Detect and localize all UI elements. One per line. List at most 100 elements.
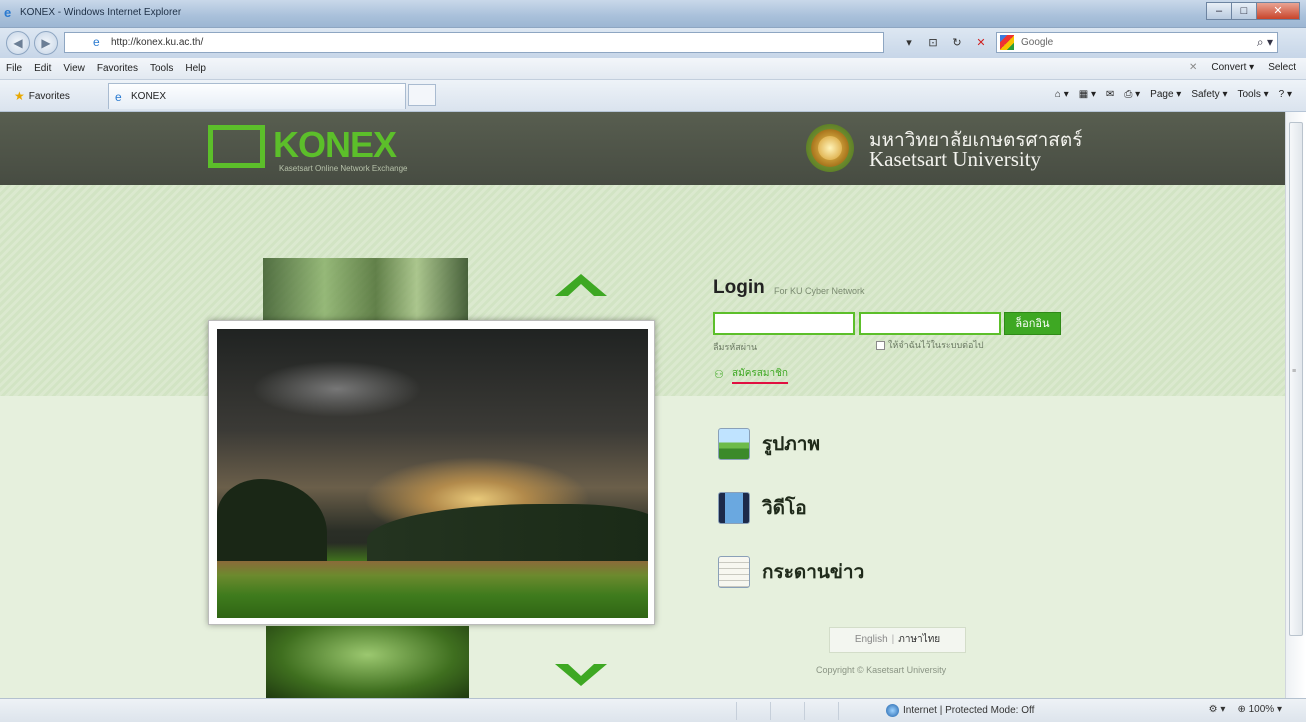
copyright-text: Copyright © Kasetsart University (816, 665, 947, 675)
web-page: KONEX Kasetsart Online Network Exchange … (0, 112, 1285, 698)
stop-icon[interactable]: ✕ (972, 34, 990, 52)
select-button[interactable]: Select (1268, 62, 1296, 73)
carousel-main-photo[interactable] (208, 320, 655, 625)
internet-globe-icon (886, 704, 899, 717)
command-bar: ⌂ ▾ ▦ ▾ ✉ ⎙ ▾ Page ▾ Safety ▾ Tools ▾ ? … (1055, 89, 1292, 100)
favorites-label: Favorites (28, 90, 70, 102)
menu-photos[interactable]: รูปภาพ (718, 428, 820, 460)
carousel-up-arrow-icon[interactable] (555, 274, 607, 296)
minimize-button[interactable]: – (1206, 2, 1232, 20)
page-favicon-icon: e (93, 35, 100, 49)
menu-file[interactable]: File (6, 63, 22, 74)
home-icon[interactable]: ⌂ ▾ (1055, 89, 1069, 100)
lang-separator: | (891, 634, 895, 645)
remember-me[interactable]: ให้จำฉันไว้ในระบบต่อไป (876, 338, 984, 352)
forgot-password-link[interactable]: ลืมรหัสผ่าน (713, 340, 757, 354)
menu-view[interactable]: View (63, 63, 85, 74)
register-label: สมัครสมาชิก (732, 366, 788, 384)
password-input[interactable] (859, 312, 1001, 335)
address-tools: ▾ ⊡ ↻ ✕ (900, 34, 990, 52)
menu-help[interactable]: Help (185, 63, 206, 74)
konex-logo-icon (208, 125, 265, 168)
maximize-button[interactable]: □ (1231, 2, 1257, 20)
search-placeholder: Google (1021, 37, 1054, 48)
convert-label: Convert (1211, 62, 1247, 73)
menu-edit[interactable]: Edit (34, 63, 51, 74)
landscape-photo (217, 329, 648, 618)
carousel-down-arrow-icon[interactable] (555, 664, 607, 686)
ie-logo-icon: e (4, 5, 12, 20)
convert-button[interactable]: Convert ▾ (1211, 62, 1254, 73)
search-icon[interactable]: ⌕ ▾ (1257, 35, 1273, 50)
address-toolbar: ◀ ▶ e http://konex.ku.ac.th/ ▾ ⊡ ↻ ✕ Goo… (0, 28, 1306, 58)
scrollbar-thumb[interactable] (1289, 122, 1303, 636)
konex-tagline: Kasetsart Online Network Exchange (279, 164, 408, 173)
security-zone-text: Internet | Protected Mode: Off (903, 705, 1035, 716)
menu-videos[interactable]: วิดีโอ (718, 492, 807, 524)
page-menu[interactable]: Page ▾ (1150, 89, 1181, 100)
menu-photos-label: รูปภาพ (762, 434, 820, 455)
remember-checkbox[interactable] (876, 340, 885, 350)
scrollbar-grip-icon: ≡ (1292, 368, 1297, 375)
address-bar[interactable]: e http://konex.ku.ac.th/ (64, 32, 884, 53)
register-link[interactable]: ⚇ สมัครสมาชิก (714, 366, 788, 384)
refresh-icon[interactable]: ↻ (948, 34, 966, 52)
vertical-scrollbar[interactable]: ≡ (1285, 112, 1306, 698)
status-panels (736, 702, 872, 720)
konex-logo-text[interactable]: KONEX (273, 124, 397, 166)
tab-title: KONEX (131, 91, 167, 102)
menu-webboard[interactable]: กระดานข่าว (718, 556, 864, 588)
tab-favicon-icon: e (115, 90, 122, 104)
menu-tools[interactable]: Tools (150, 63, 173, 74)
window-controls: – □ ✕ (1206, 2, 1300, 22)
star-icon: ★ (14, 89, 25, 103)
address-url[interactable]: http://konex.ku.ac.th/ (111, 37, 203, 48)
carousel-prev-thumbnail[interactable] (263, 258, 468, 322)
menu-videos-label: วิดีโอ (762, 498, 807, 519)
back-button[interactable]: ◀ (6, 31, 30, 55)
menu-webboard-label: กระดานข่าว (762, 562, 865, 583)
new-tab-button[interactable] (408, 84, 436, 106)
login-title: Login (713, 277, 765, 298)
print-icon[interactable]: ⎙ ▾ (1124, 89, 1140, 100)
browser-tab[interactable]: e KONEX (108, 83, 406, 109)
lang-thai-link[interactable]: ภาษาไทย (898, 634, 940, 645)
remember-label: ให้จำฉันไว้ในระบบต่อไป (888, 340, 984, 350)
lang-english-link[interactable]: English (855, 634, 888, 645)
search-box[interactable]: Google ⌕ ▾ (996, 32, 1278, 53)
ku-seal-icon (806, 124, 854, 172)
safety-menu[interactable]: Safety ▾ (1191, 89, 1227, 100)
menu-bar: File Edit View Favorites Tools Help ✕ Co… (0, 58, 1306, 80)
close-toolbar-icon[interactable]: ✕ (1189, 62, 1197, 73)
mail-icon[interactable]: ✉ (1106, 89, 1114, 100)
photo-trees-left (217, 479, 327, 569)
feeds-icon[interactable]: ▦ ▾ (1079, 89, 1096, 100)
carousel-next-thumbnail[interactable] (266, 626, 469, 698)
photo-field (217, 561, 648, 618)
close-button[interactable]: ✕ (1256, 2, 1300, 20)
login-button[interactable]: ล็อกอิน (1004, 312, 1061, 335)
tools-menu[interactable]: Tools ▾ (1237, 89, 1268, 100)
menu-favorites[interactable]: Favorites (97, 63, 138, 74)
site-header: KONEX Kasetsart Online Network Exchange … (0, 112, 1285, 185)
zoom-level-value: 100% (1248, 704, 1275, 715)
status-bar: Internet | Protected Mode: Off ⚙ ▾ ⊕ 100… (0, 698, 1306, 722)
security-zone[interactable]: Internet | Protected Mode: Off (886, 704, 1034, 717)
window-title: KONEX - Windows Internet Explorer (20, 7, 182, 18)
help-icon[interactable]: ? ▾ (1279, 89, 1292, 100)
username-input[interactable] (713, 312, 855, 335)
favorites-button[interactable]: ★ Favorites (14, 89, 70, 103)
login-subtitle: For KU Cyber Network (774, 286, 865, 296)
window-titlebar: e KONEX - Windows Internet Explorer – □ … (0, 0, 1306, 28)
compatibility-icon[interactable]: ⊡ (924, 34, 942, 52)
forward-button[interactable]: ▶ (34, 31, 58, 55)
university-name-english: Kasetsart University (869, 147, 1042, 171)
popup-blocker-icon[interactable]: ⚙ ▾ (1209, 704, 1226, 715)
dropdown-icon[interactable]: ▾ (900, 34, 918, 52)
video-icon (718, 492, 750, 524)
zoom-level[interactable]: ⊕ 100% ▾ (1237, 704, 1282, 715)
webboard-icon (718, 556, 750, 588)
register-user-icon: ⚇ (714, 369, 724, 381)
google-logo-icon (1000, 35, 1014, 50)
zoom-controls: ⚙ ▾ ⊕ 100% ▾ (1209, 704, 1282, 715)
